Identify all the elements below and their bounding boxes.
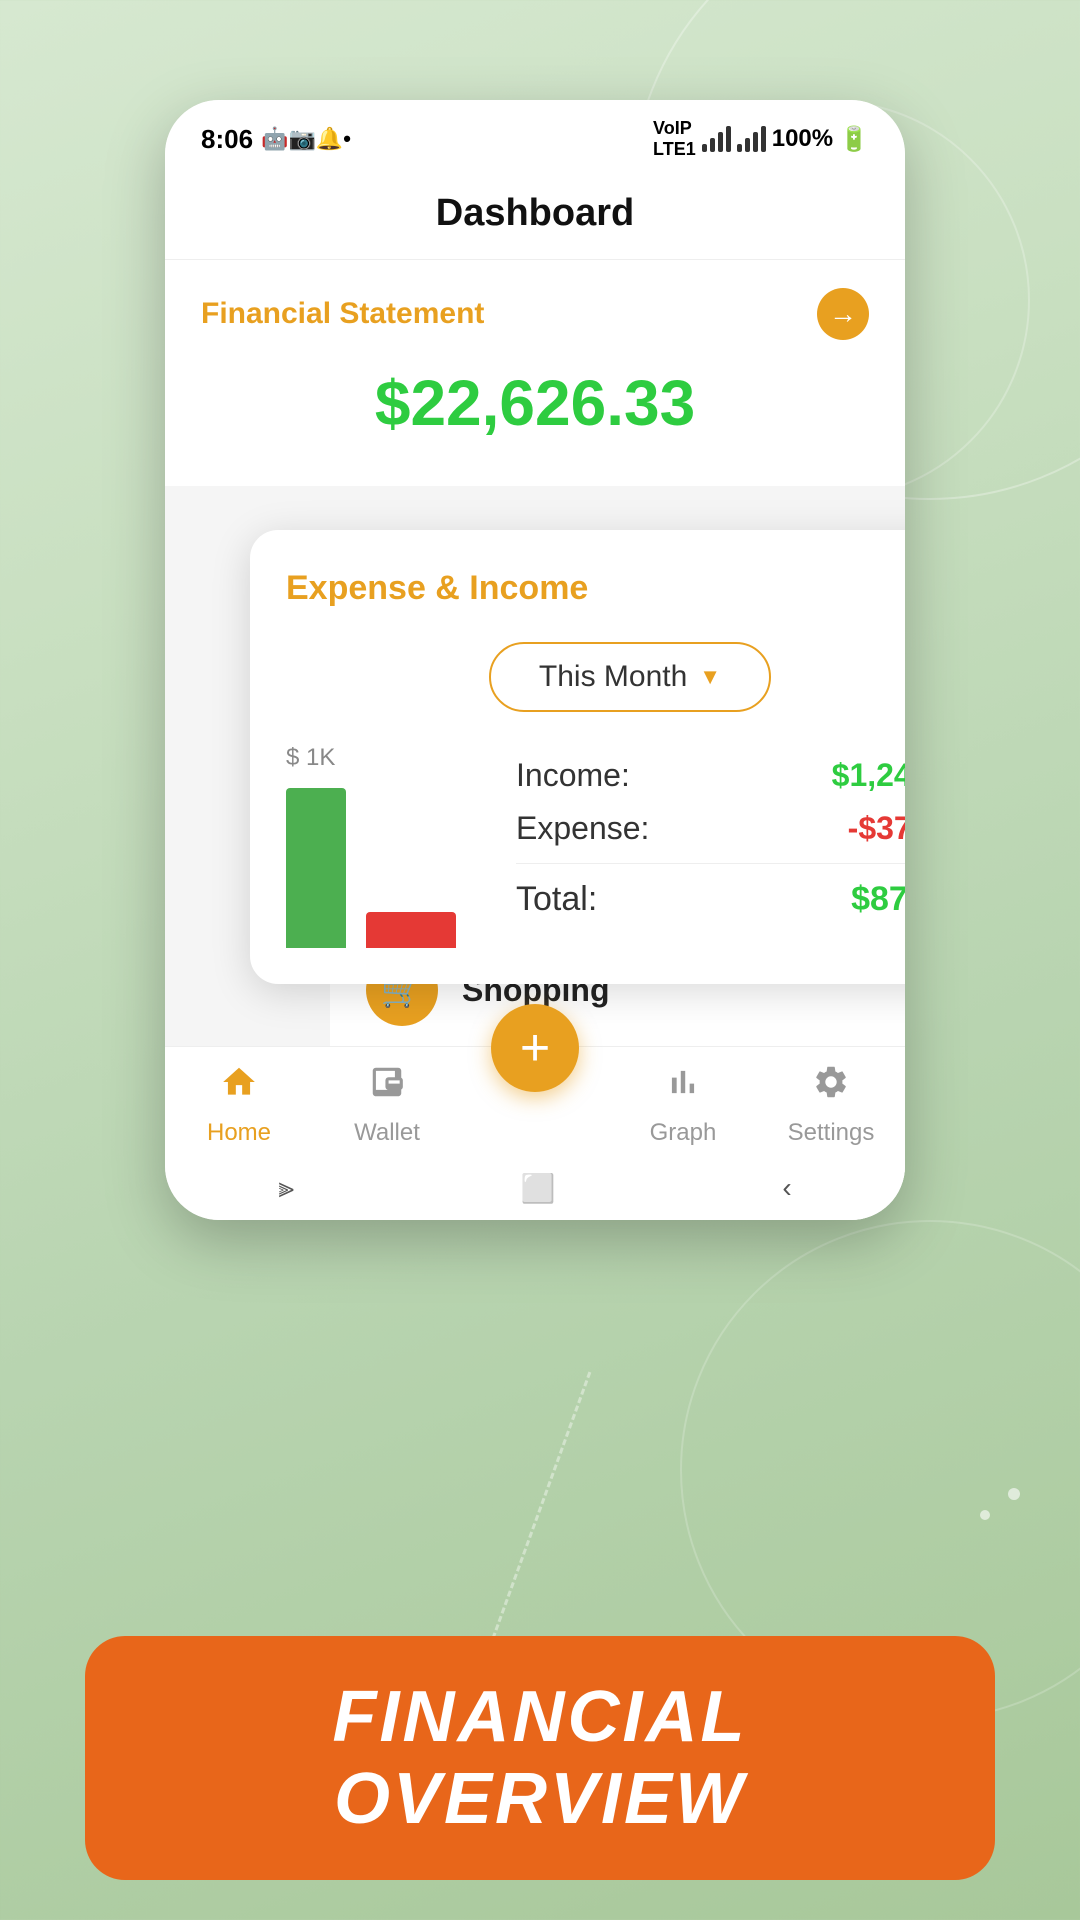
settings-icon (812, 1063, 850, 1111)
nav-graph[interactable]: Graph (609, 1063, 757, 1147)
status-right: VoIPLTE1 100% 🔋 (653, 118, 869, 160)
android-recent-btn[interactable]: ⫸ (278, 1172, 294, 1205)
time-display: 8:06 (201, 124, 253, 155)
home-label: Home (207, 1119, 271, 1147)
status-left: 8:06 🤖📷🔔• (201, 124, 351, 155)
add-icon: + (520, 1018, 550, 1078)
nav-home[interactable]: Home (165, 1063, 313, 1147)
expense-label: Expense: (516, 810, 649, 847)
financial-statement-title: Financial Statement (201, 297, 484, 331)
total-label: Total: (516, 880, 597, 919)
income-label: Income: (516, 757, 630, 794)
period-selector: This Month ▼ (286, 642, 905, 712)
income-bar (286, 788, 346, 948)
balance-display: $22,626.33 (201, 356, 869, 450)
ei-title: Expense & Income (286, 569, 588, 608)
bg-dot-2 (1008, 1488, 1020, 1500)
phone-frame: 8:06 🤖📷🔔• VoIPLTE1 100% 🔋 Dashboard (165, 100, 905, 1220)
nav-settings[interactable]: Settings (757, 1063, 905, 1147)
android-nav: ⫸ ⬜ ‹ (165, 1156, 905, 1220)
graph-icon (664, 1063, 702, 1111)
period-button[interactable]: This Month ▼ (489, 642, 771, 712)
period-label: This Month (539, 660, 687, 694)
total-value: $870.65 (851, 880, 905, 919)
financial-overview-banner: FINANCIAL OVERVIEW (85, 1636, 995, 1880)
stat-divider (516, 863, 905, 864)
graph-label: Graph (650, 1119, 717, 1147)
mini-chart: $ 1K (286, 744, 456, 948)
android-home-btn[interactable]: ⬜ (521, 1172, 556, 1205)
page-title: Dashboard (436, 192, 634, 234)
income-row: Income: $1,240.66 (516, 757, 905, 794)
status-bar: 8:06 🤖📷🔔• VoIPLTE1 100% 🔋 (165, 100, 905, 172)
bar-chart (286, 788, 456, 948)
bg-dot-3 (980, 1510, 990, 1520)
status-icons: 🤖📷🔔• (261, 126, 351, 152)
wallet-icon (368, 1063, 406, 1111)
home-icon (220, 1063, 258, 1111)
stats-section: Income: $1,240.66 Expense: -$370.02 Tota… (476, 757, 905, 935)
financial-statement-arrow[interactable]: → (817, 288, 869, 340)
dropdown-arrow-icon: ▼ (699, 664, 721, 690)
chart-y-label: $ 1K (286, 744, 335, 780)
expense-row: Expense: -$370.02 (516, 810, 905, 847)
expense-bar (366, 912, 456, 948)
android-back-btn[interactable]: ‹ (782, 1172, 791, 1204)
add-transaction-button[interactable]: + (491, 1004, 579, 1092)
ei-header: Expense & Income → (286, 562, 905, 614)
settings-label: Settings (788, 1119, 875, 1147)
expense-income-card: Expense & Income → This Month ▼ $ 1K In (250, 530, 905, 984)
chart-and-stats: $ 1K Income: $1,240.66 Expense: -$370.02 (286, 744, 905, 948)
signal-bars (702, 126, 731, 152)
wallet-label: Wallet (354, 1119, 420, 1147)
voip-label: VoIPLTE1 (653, 118, 696, 160)
total-row: Total: $870.65 (516, 880, 905, 919)
signal-bars-2 (737, 126, 766, 152)
financial-section: Financial Statement → $22,626.33 (165, 260, 905, 486)
page-header: Dashboard (165, 172, 905, 260)
nav-wallet[interactable]: Wallet (313, 1063, 461, 1147)
battery-level: 100% (772, 125, 833, 153)
income-value: $1,240.66 (832, 757, 905, 794)
financial-overview-text: FINANCIAL OVERVIEW (333, 1677, 748, 1839)
financial-header: Financial Statement → (201, 288, 869, 340)
battery-icon: 🔋 (839, 125, 869, 154)
expense-value: -$370.02 (848, 810, 905, 847)
